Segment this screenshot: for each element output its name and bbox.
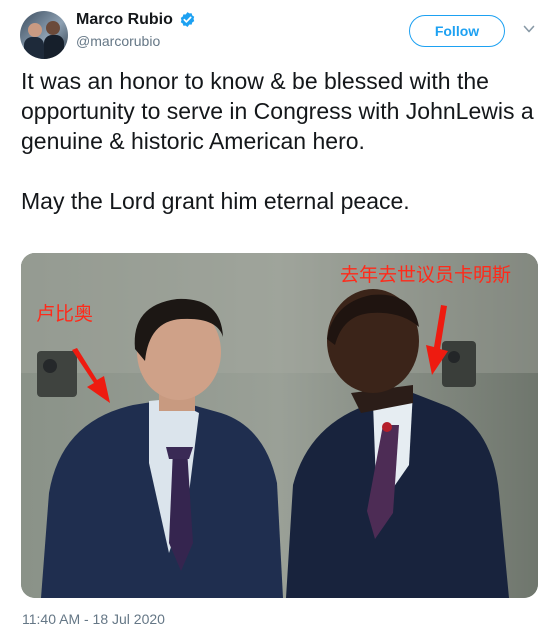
user-handle[interactable]: @marcorubio bbox=[76, 33, 160, 49]
tweet-timestamp[interactable]: 11:40 AM - 18 Jul 2020 bbox=[22, 611, 165, 627]
photo-annotation-right: 去年去世议员卡明斯 bbox=[340, 265, 512, 286]
display-name[interactable]: Marco Rubio bbox=[76, 10, 173, 30]
verified-badge-icon bbox=[180, 12, 195, 27]
follow-button[interactable]: Follow bbox=[409, 15, 505, 47]
tweet-text: It was an honor to know & be blessed wit… bbox=[21, 68, 534, 214]
photo-annotation-left: 卢比奥 bbox=[36, 304, 94, 325]
chevron-down-icon[interactable] bbox=[523, 23, 535, 35]
avatar[interactable] bbox=[20, 11, 68, 59]
tweet-photo[interactable] bbox=[21, 253, 538, 598]
